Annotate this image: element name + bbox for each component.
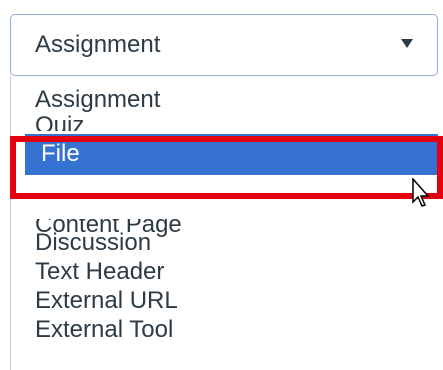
mouse-pointer-icon (412, 178, 430, 207)
dropdown-option-discussion[interactable]: Discussion (35, 228, 151, 258)
content-type-select[interactable]: Assignment (10, 14, 438, 76)
select-current-value: Assignment (35, 31, 161, 58)
dropdown-option-external-url[interactable]: External URL (35, 286, 178, 316)
dropdown-list: Assignment Quiz File Content Page Discus… (10, 76, 443, 370)
dropdown-option-text-header[interactable]: Text Header (35, 257, 164, 287)
dropdown-option-external-tool[interactable]: External Tool (35, 315, 173, 345)
red-annotation-box (10, 136, 443, 199)
chevron-down-icon[interactable] (401, 39, 413, 48)
dropdown-option-quiz[interactable]: Quiz (35, 111, 84, 131)
